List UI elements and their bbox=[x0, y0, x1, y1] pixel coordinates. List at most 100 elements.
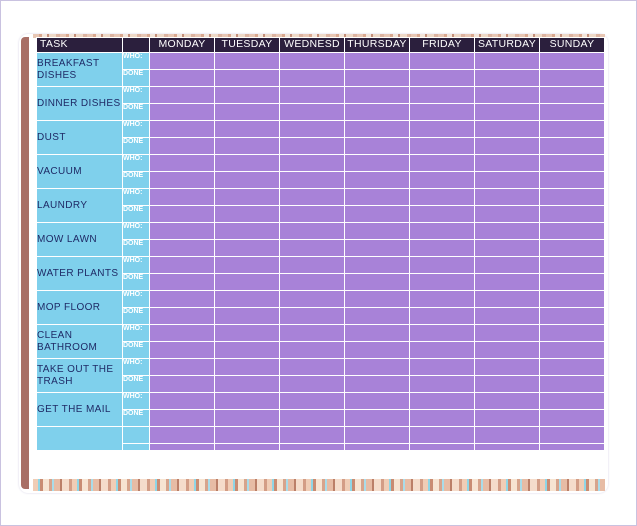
who-entry-cell[interactable] bbox=[279, 256, 345, 274]
who-entry-cell[interactable] bbox=[214, 222, 280, 240]
blank-entry-cell[interactable] bbox=[279, 443, 345, 451]
who-entry-cell[interactable] bbox=[214, 154, 280, 172]
who-entry-cell[interactable] bbox=[474, 392, 540, 410]
who-entry-cell[interactable] bbox=[539, 358, 605, 376]
blank-entry-cell[interactable] bbox=[214, 443, 280, 451]
done-entry-cell[interactable] bbox=[474, 307, 540, 325]
done-entry-cell[interactable] bbox=[214, 205, 280, 223]
done-entry-cell[interactable] bbox=[539, 273, 605, 291]
done-entry-cell[interactable] bbox=[214, 171, 280, 189]
done-entry-cell[interactable] bbox=[279, 69, 345, 87]
done-entry-cell[interactable] bbox=[279, 103, 345, 121]
who-entry-cell[interactable] bbox=[279, 358, 345, 376]
who-entry-cell[interactable] bbox=[409, 154, 475, 172]
who-entry-cell[interactable] bbox=[149, 188, 215, 206]
done-entry-cell[interactable] bbox=[149, 69, 215, 87]
who-entry-cell[interactable] bbox=[344, 222, 410, 240]
who-entry-cell[interactable] bbox=[539, 256, 605, 274]
who-entry-cell[interactable] bbox=[279, 392, 345, 410]
done-entry-cell[interactable] bbox=[474, 409, 540, 427]
done-entry-cell[interactable] bbox=[149, 239, 215, 257]
done-entry-cell[interactable] bbox=[149, 137, 215, 155]
blank-entry-cell[interactable] bbox=[149, 443, 215, 451]
done-entry-cell[interactable] bbox=[279, 239, 345, 257]
done-entry-cell[interactable] bbox=[344, 375, 410, 393]
done-entry-cell[interactable] bbox=[279, 307, 345, 325]
who-entry-cell[interactable] bbox=[149, 256, 215, 274]
who-entry-cell[interactable] bbox=[344, 188, 410, 206]
who-entry-cell[interactable] bbox=[409, 188, 475, 206]
who-entry-cell[interactable] bbox=[474, 324, 540, 342]
done-entry-cell[interactable] bbox=[474, 171, 540, 189]
done-entry-cell[interactable] bbox=[409, 103, 475, 121]
done-entry-cell[interactable] bbox=[279, 375, 345, 393]
blank-entry-cell[interactable] bbox=[344, 443, 410, 451]
who-entry-cell[interactable] bbox=[539, 120, 605, 138]
who-entry-cell[interactable] bbox=[344, 256, 410, 274]
blank-entry-cell[interactable] bbox=[149, 426, 215, 444]
done-entry-cell[interactable] bbox=[149, 273, 215, 291]
done-entry-cell[interactable] bbox=[214, 239, 280, 257]
done-entry-cell[interactable] bbox=[214, 137, 280, 155]
who-entry-cell[interactable] bbox=[539, 290, 605, 308]
done-entry-cell[interactable] bbox=[539, 375, 605, 393]
who-entry-cell[interactable] bbox=[409, 52, 475, 70]
done-entry-cell[interactable] bbox=[344, 341, 410, 359]
done-entry-cell[interactable] bbox=[149, 103, 215, 121]
done-entry-cell[interactable] bbox=[539, 137, 605, 155]
blank-entry-cell[interactable] bbox=[539, 426, 605, 444]
who-entry-cell[interactable] bbox=[214, 188, 280, 206]
who-entry-cell[interactable] bbox=[214, 256, 280, 274]
done-entry-cell[interactable] bbox=[539, 69, 605, 87]
done-entry-cell[interactable] bbox=[539, 103, 605, 121]
blank-entry-cell[interactable] bbox=[409, 443, 475, 451]
done-entry-cell[interactable] bbox=[344, 239, 410, 257]
who-entry-cell[interactable] bbox=[214, 324, 280, 342]
who-entry-cell[interactable] bbox=[344, 324, 410, 342]
who-entry-cell[interactable] bbox=[279, 120, 345, 138]
who-entry-cell[interactable] bbox=[344, 120, 410, 138]
done-entry-cell[interactable] bbox=[149, 171, 215, 189]
who-entry-cell[interactable] bbox=[474, 154, 540, 172]
blank-entry-cell[interactable] bbox=[279, 426, 345, 444]
who-entry-cell[interactable] bbox=[344, 290, 410, 308]
who-entry-cell[interactable] bbox=[539, 222, 605, 240]
done-entry-cell[interactable] bbox=[539, 205, 605, 223]
done-entry-cell[interactable] bbox=[279, 205, 345, 223]
done-entry-cell[interactable] bbox=[344, 103, 410, 121]
who-entry-cell[interactable] bbox=[474, 86, 540, 104]
done-entry-cell[interactable] bbox=[539, 341, 605, 359]
who-entry-cell[interactable] bbox=[409, 120, 475, 138]
who-entry-cell[interactable] bbox=[214, 86, 280, 104]
done-entry-cell[interactable] bbox=[539, 239, 605, 257]
who-entry-cell[interactable] bbox=[149, 120, 215, 138]
blank-entry-cell[interactable] bbox=[474, 426, 540, 444]
done-entry-cell[interactable] bbox=[409, 273, 475, 291]
who-entry-cell[interactable] bbox=[279, 188, 345, 206]
who-entry-cell[interactable] bbox=[344, 86, 410, 104]
done-entry-cell[interactable] bbox=[279, 409, 345, 427]
who-entry-cell[interactable] bbox=[214, 392, 280, 410]
done-entry-cell[interactable] bbox=[474, 137, 540, 155]
done-entry-cell[interactable] bbox=[279, 171, 345, 189]
who-entry-cell[interactable] bbox=[149, 154, 215, 172]
done-entry-cell[interactable] bbox=[344, 137, 410, 155]
who-entry-cell[interactable] bbox=[474, 188, 540, 206]
done-entry-cell[interactable] bbox=[149, 375, 215, 393]
who-entry-cell[interactable] bbox=[149, 324, 215, 342]
done-entry-cell[interactable] bbox=[474, 273, 540, 291]
who-entry-cell[interactable] bbox=[409, 86, 475, 104]
done-entry-cell[interactable] bbox=[409, 239, 475, 257]
who-entry-cell[interactable] bbox=[409, 358, 475, 376]
who-entry-cell[interactable] bbox=[539, 392, 605, 410]
who-entry-cell[interactable] bbox=[279, 222, 345, 240]
done-entry-cell[interactable] bbox=[409, 137, 475, 155]
done-entry-cell[interactable] bbox=[279, 273, 345, 291]
blank-task-cell[interactable] bbox=[36, 426, 123, 451]
done-entry-cell[interactable] bbox=[539, 409, 605, 427]
who-entry-cell[interactable] bbox=[474, 290, 540, 308]
who-entry-cell[interactable] bbox=[344, 358, 410, 376]
done-entry-cell[interactable] bbox=[409, 205, 475, 223]
done-entry-cell[interactable] bbox=[539, 307, 605, 325]
who-entry-cell[interactable] bbox=[409, 324, 475, 342]
